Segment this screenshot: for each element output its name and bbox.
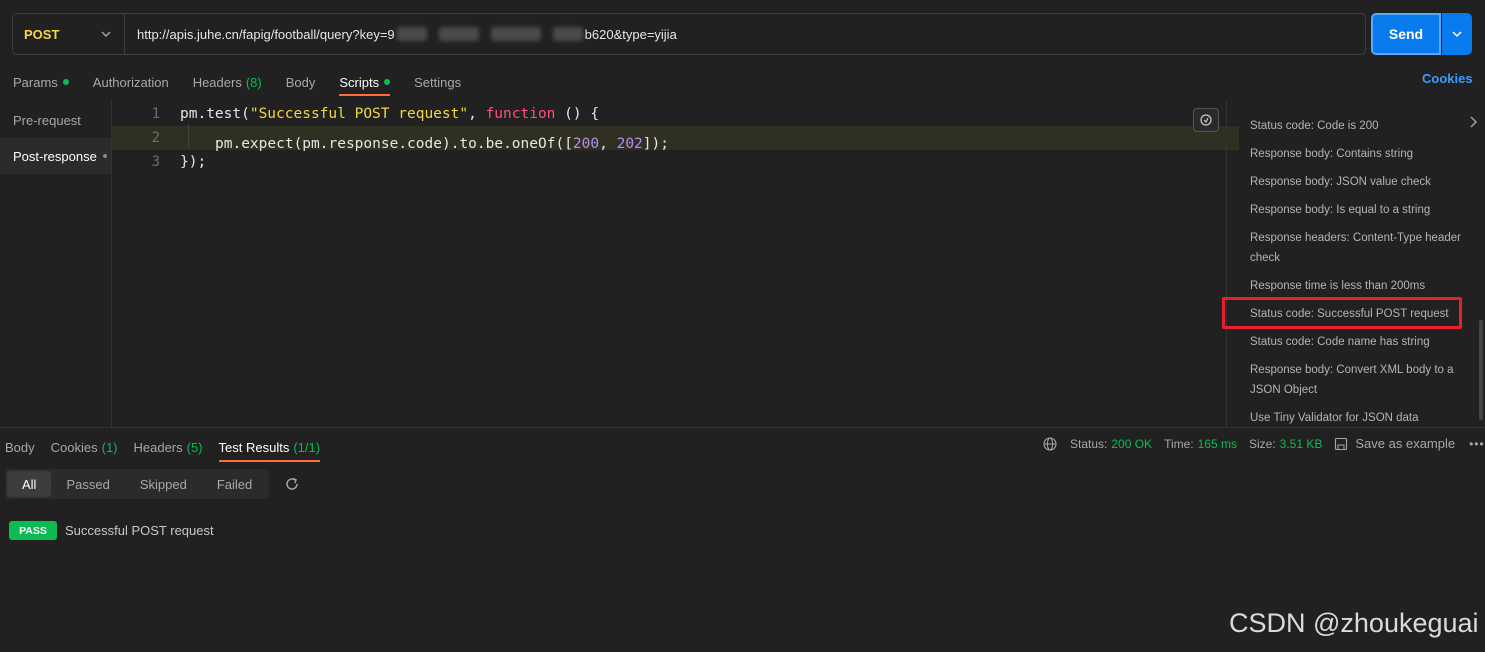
snippet-item[interactable]: Use Tiny Validator for JSON data	[1250, 408, 1470, 427]
time-label: Time:	[1164, 436, 1194, 451]
code-text: });	[180, 154, 207, 170]
redacted-mask	[396, 27, 427, 41]
size-label: Size:	[1248, 436, 1276, 451]
send-button[interactable]: Send	[1371, 13, 1441, 55]
url-bar: POST http://apis.juhe.cn/fapig/football/…	[12, 13, 1366, 55]
snippet-item[interactable]: Response time is less than 200ms	[1250, 276, 1470, 296]
more-options-icon[interactable]: •••	[1469, 437, 1485, 451]
status-label: Status:	[1070, 436, 1108, 451]
snippet-item[interactable]: Response headers: Content-Type header ch…	[1250, 228, 1470, 268]
response-tabs: Body Cookies (1) Headers (5) Test Results(…	[5, 436, 336, 462]
watermark: CSDN @zhoukeguai	[1229, 608, 1479, 638]
redacted-mask	[552, 27, 583, 41]
request-tabs: Params Authorization Headers (8) Body Scr…	[13, 70, 485, 96]
url-input[interactable]: http://apis.juhe.cn/fapig/football/query…	[125, 27, 677, 42]
tab-settings[interactable]: Settings	[414, 70, 461, 94]
pass-badge: PASS	[9, 521, 57, 540]
code-editor[interactable]: 1 pm.test("Successful POST request", fun…	[112, 101, 1239, 427]
code-text: pm.expect(pm.response.code).to.be.oneOf(…	[180, 124, 669, 152]
tab-response-cookies[interactable]: Cookies (1)	[51, 436, 118, 458]
save-icon	[1335, 437, 1348, 450]
refresh-icon[interactable]	[283, 475, 301, 493]
test-result-row: PASS Successful POST request	[9, 521, 214, 540]
cookies-link[interactable]: Cookies	[1422, 71, 1473, 86]
tab-headers[interactable]: Headers (8)	[193, 70, 262, 94]
url-prefix: http://apis.juhe.cn/fapig/football/query…	[137, 26, 395, 42]
filter-skipped[interactable]: Skipped	[125, 471, 202, 497]
globe-icon[interactable]	[1043, 436, 1057, 451]
chevron-right-icon[interactable]	[1466, 114, 1480, 130]
sidebar-item-post-response[interactable]: Post-response	[0, 138, 111, 174]
snippets-scrollbar[interactable]	[1479, 320, 1483, 420]
code-snippet-icon	[1200, 114, 1212, 126]
snippets-panel: Status code: Code is 200 Response body: …	[1226, 101, 1485, 427]
tab-response-body[interactable]: Body	[5, 436, 35, 458]
redacted-mask	[438, 27, 479, 41]
tab-response-headers[interactable]: Headers (5)	[134, 436, 203, 458]
url-suffix: b620&type=yijia	[584, 26, 677, 42]
tab-authorization[interactable]: Authorization	[93, 70, 169, 94]
active-dot-icon	[384, 79, 391, 85]
tab-params[interactable]: Params	[13, 70, 69, 94]
status-value: 200 OK	[1111, 436, 1153, 451]
test-name: Successful POST request	[65, 523, 214, 538]
redacted-mask	[490, 27, 541, 41]
filter-all[interactable]: All	[7, 471, 52, 497]
snippet-item[interactable]: Status code: Code is 200	[1250, 116, 1470, 136]
code-text: pm.test("Successful POST request", funct…	[180, 106, 600, 122]
chevron-down-icon	[1452, 31, 1462, 38]
snippet-item[interactable]: Status code: Successful POST request	[1250, 304, 1470, 324]
chevron-down-icon	[101, 31, 111, 37]
active-dot-icon	[62, 79, 69, 85]
send-dropdown-button[interactable]	[1442, 13, 1472, 55]
save-as-example-button[interactable]: Save as example	[1355, 436, 1455, 451]
indent-guide	[188, 124, 189, 148]
filter-failed[interactable]: Failed	[202, 471, 267, 497]
tab-body[interactable]: Body	[286, 70, 316, 94]
modified-dot-icon	[102, 154, 107, 158]
snippet-item[interactable]: Response body: Convert XML body to a JSO…	[1250, 360, 1470, 400]
code-line: 2 pm.expect(pm.response.code).to.be.oneO…	[112, 124, 1239, 152]
time-value: 165 ms	[1197, 436, 1237, 451]
snippets-toggle-button[interactable]	[1193, 108, 1219, 132]
sidebar-item-pre-request[interactable]: Pre-request	[0, 102, 111, 138]
line-number: 2	[151, 130, 160, 146]
tab-test-results[interactable]: Test Results (1/1)	[218, 436, 320, 462]
line-number: 1	[151, 106, 160, 122]
method-select[interactable]: POST	[13, 14, 125, 54]
size-value: 3.51 KB	[1279, 436, 1323, 451]
filter-passed[interactable]: Passed	[51, 471, 124, 497]
snippet-item[interactable]: Response body: Contains string	[1250, 144, 1470, 164]
scripts-sidebar: Pre-request Post-response	[0, 101, 112, 427]
line-number: 3	[151, 154, 160, 170]
code-line: 3 });	[112, 150, 1239, 174]
snippet-item[interactable]: Response body: JSON value check	[1250, 172, 1470, 192]
tab-scripts[interactable]: Scripts	[339, 70, 391, 96]
snippet-item[interactable]: Status code: Code name has string	[1250, 332, 1470, 352]
snippet-item[interactable]: Response body: Is equal to a string	[1250, 200, 1470, 220]
response-meta: Status: 200 OK Time: 165 ms Size: 3.51 KB S…	[1043, 436, 1485, 451]
test-result-filters: All Passed Skipped Failed	[5, 469, 270, 499]
method-label: POST	[24, 26, 60, 42]
code-line: 1 pm.test("Successful POST request", fun…	[112, 102, 1239, 126]
